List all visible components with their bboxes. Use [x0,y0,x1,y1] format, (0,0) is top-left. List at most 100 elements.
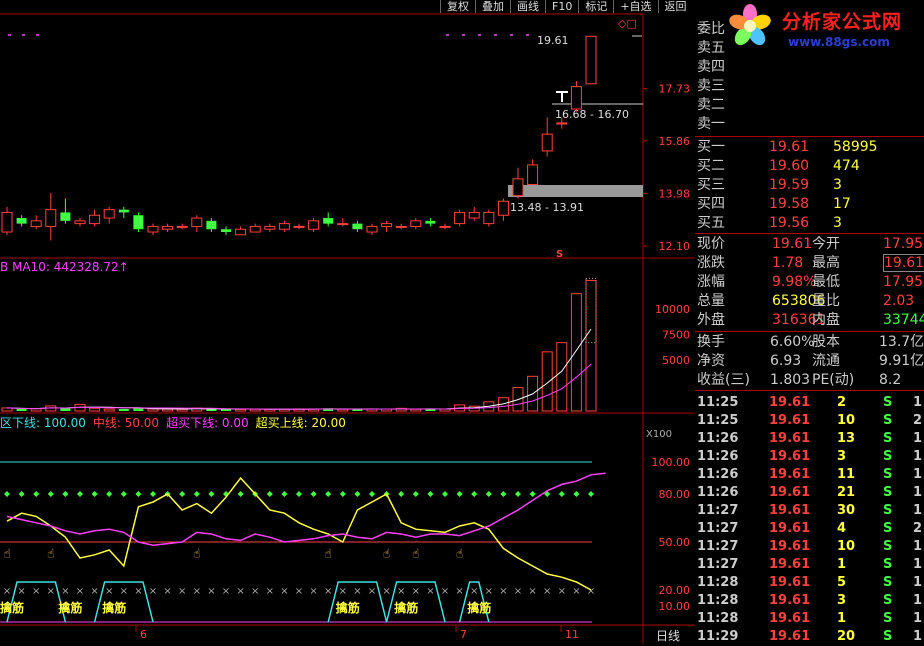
indicator-dot [427,491,434,497]
tick-side: S [883,629,893,644]
indicator-legend-item: 超买上线: 20.00 [255,416,346,430]
indicator-x-mark: × [485,586,493,597]
orderbook-label: 买五 [697,215,725,231]
price-axis-label: 12.10 [659,240,691,253]
candle-body-up [191,217,203,227]
candle-body-down [133,215,144,230]
tick-count: 2 [913,413,923,428]
indicator-x-mark: × [368,586,376,597]
price-axis-label: 13.98 [659,187,691,200]
indicator-tag: 擒筋 [467,600,491,615]
indicator-axis-label: 10.00 [659,600,691,613]
volume-bar-up [235,408,247,412]
tick-count: 1 [913,539,923,554]
orderbook-buy-row: 买三 19.59 3 [697,176,922,195]
tick-time: 11:28 [697,611,739,626]
fundamental-row: 换手 6.60% 股本 13.7亿 [697,333,924,352]
indicator-x-mark: × [61,586,69,597]
tick-price: 19.61 [769,431,811,446]
tick-volume: 10 [837,539,856,554]
tick-volume: 3 [837,593,847,608]
tick-volume: 11 [837,467,856,482]
tick-volume: 1 [837,611,847,626]
tick-price: 19.61 [769,593,811,608]
volume-axis-label: 7500 [662,329,690,342]
tick-price: 19.61 [769,521,811,536]
chart-area[interactable]: 17.73 15.86 13.98 12.10 13.48 - 13.91 16.68 -… [0,0,695,644]
quote-row: 外盘316361内盘337445 [697,311,924,330]
support-zone-label: 13.48 - 13.91 [510,201,584,214]
tick-volume: 20 [837,629,856,644]
volume-bar-down [60,408,71,411]
indicator-dot [325,491,332,497]
tick-volume: 4 [837,521,847,536]
fundamental-value: 6.93 [770,353,802,369]
indicator-x-mark: × [470,586,478,597]
fundamental-label: 股本 [812,334,840,350]
orderbook-label: 卖二 [697,97,725,113]
volume-bar-down [221,409,231,411]
orderbook-price: 19.59 [769,177,810,193]
tick-time: 11:27 [697,557,739,572]
candle-body-up [512,178,524,197]
orderbook-sell-row: 卖四 [697,58,922,77]
volume-ma-arrow: ↑ [118,260,129,274]
indicator-tag: 擒筋 [102,600,126,615]
fundamental-label: 收益(三) [697,372,750,388]
indicator-tag: 擒筋 [0,600,24,615]
orderbook-sell-row: 卖二 [697,96,922,115]
quote-value: 19.61 [883,254,924,272]
quote-row: 涨幅 9.98% 最低 17.95 [697,273,923,292]
fundamental-value: 6.60% [770,334,815,350]
tick-time: 11:29 [697,629,739,644]
x-axis-label: 11 [565,628,579,641]
orderbook-label: 卖四 [697,59,725,75]
tick-side: S [883,449,893,464]
tick-row: 11:29 19.61 20 S 1 [697,628,922,646]
indicator-dot [296,491,302,497]
candle-body-up [45,209,57,227]
tick-row: 11:27 19.61 10 S 1 [697,538,922,556]
corner-icons[interactable]: ◇□ [618,17,637,30]
indicator-x-mark: × [353,586,361,597]
marker-s: S [556,249,563,260]
indicator-dot [310,491,317,497]
indicator-dot [471,491,478,497]
orderbook-price: 19.61 [769,139,810,155]
tick-time: 11:27 [697,539,739,554]
indicator-dot [120,491,127,497]
tick-volume: 13 [837,431,856,446]
indicator-x-mark: × [280,586,288,597]
panel-divider [695,233,924,234]
indicator-dot [135,491,142,497]
tick-volume: 1 [837,557,847,572]
hand-pointer-icon: ☝ [193,547,200,561]
indicator-legend: 区下线: 100.00 中线: 50.00 超买下线: 0.00 超买上线: 20.0… [0,416,353,430]
orderbook-buy-row: 买二 19.60 474 [697,157,922,176]
quote-row: 现价 19.61 今开 17.95 [697,235,923,254]
indicator-x-mark: × [382,586,390,597]
tick-price: 19.61 [769,395,811,410]
tick-price: 19.61 [769,629,811,644]
indicator-x-mark: × [17,586,25,597]
indicator-tag: 擒筋 [58,600,82,615]
tick-count: 1 [913,503,923,518]
tick-price: 19.61 [769,611,811,626]
indicator-x-mark: × [236,586,244,597]
indicator-dot [77,491,83,497]
period-label[interactable]: 日线 [656,627,680,644]
tick-count: 1 [913,485,923,500]
indicator-dot [208,491,215,497]
indicator-dot [18,491,25,497]
tick-side: S [883,593,893,608]
quote-panel: 委比 卖五 卖四 卖三 卖二 卖一 买一 19.61 58995 买二 19.60 474 买三 19.5… [695,18,924,644]
tick-count: 2 [913,521,923,536]
volume-bar-up [541,351,553,412]
orderbook-sell-row: 卖五 [697,39,922,58]
candle-body-down [60,212,71,221]
tick-row: 11:27 19.61 1 S 1 [697,556,922,574]
quote-row: 总量 653806 量比 2.03 [697,292,922,311]
candle-body-up [395,225,407,228]
tick-side: S [883,413,893,428]
quote-label: 外盘 [697,312,725,328]
